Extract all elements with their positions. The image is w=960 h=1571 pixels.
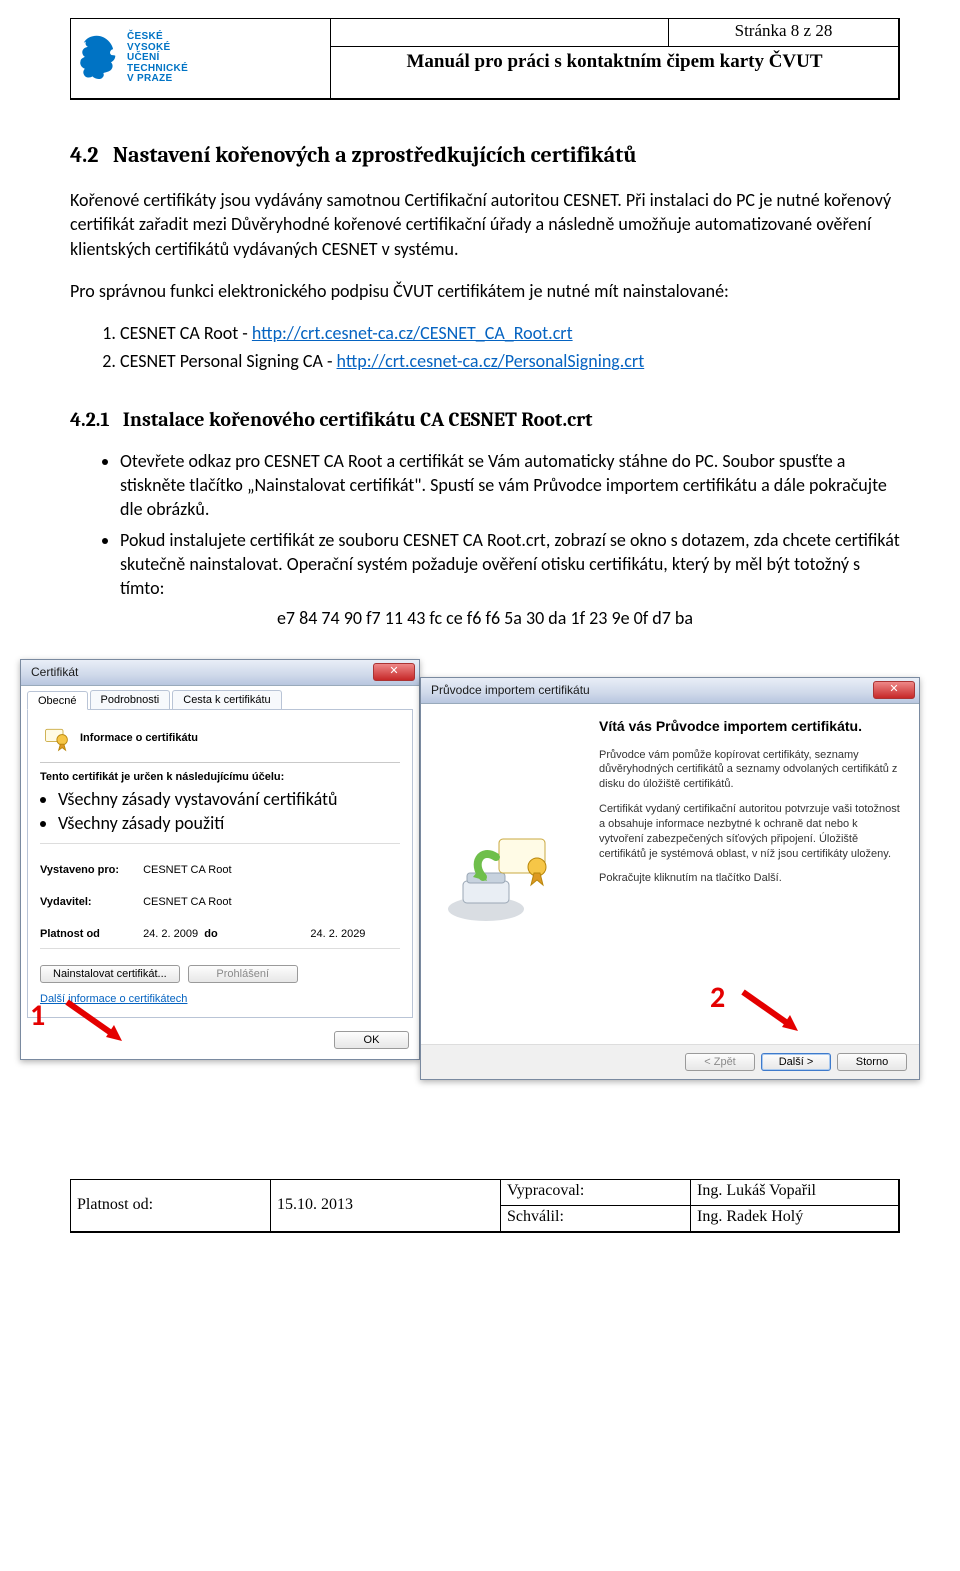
tab-details[interactable]: Podrobnosti bbox=[90, 690, 171, 709]
paragraph: Kořenové certifikáty jsou vydávány samot… bbox=[70, 188, 900, 261]
issuer-statement-button[interactable]: Prohlášení bbox=[188, 965, 298, 983]
titlebar: Průvodce importem certifikátu ✕ bbox=[421, 678, 919, 704]
cvut-lion-icon bbox=[77, 34, 121, 84]
footer-label: Platnost od: bbox=[71, 1180, 271, 1232]
page-number: Stránka 8 z 28 bbox=[669, 19, 899, 47]
list-item: Otevřete odkaz pro CESNET CA Root a cert… bbox=[120, 449, 900, 522]
annotation-number-2: 2 bbox=[710, 979, 725, 1016]
install-certificate-button[interactable]: Nainstalovat certifikát... bbox=[40, 965, 180, 983]
wizard-button-bar: < Zpět Další > Storno bbox=[421, 1044, 919, 1079]
cert-info-heading: Informace o certifikátu bbox=[80, 732, 198, 744]
back-button[interactable]: < Zpět bbox=[685, 1053, 755, 1071]
list-item: CESNET Personal Signing CA - http://crt.… bbox=[120, 349, 900, 373]
link-cesnet-root[interactable]: http://crt.cesnet-ca.cz/CESNET_CA_Root.c… bbox=[252, 322, 573, 344]
list-item: Pokud instalujete certifikát ze souboru … bbox=[120, 528, 900, 601]
purpose-list: Všechny zásady vystavování certifikátů V… bbox=[58, 787, 400, 836]
tab-cert-path[interactable]: Cesta k certifikátu bbox=[172, 690, 281, 709]
wizard-art-icon bbox=[441, 819, 561, 929]
list-item: CESNET CA Root - http://crt.cesnet-ca.cz… bbox=[120, 321, 900, 345]
footer-value: Ing. Radek Holý bbox=[691, 1206, 899, 1232]
footer-value: 15.10. 2013 bbox=[271, 1180, 501, 1232]
page-footer: Vypracoval: Ing. Lukáš Vopařil Platnost … bbox=[70, 1179, 900, 1233]
issued-to-row: Vystaveno pro: CESNET CA Root bbox=[40, 864, 400, 876]
footer-value: Ing. Lukáš Vopařil bbox=[691, 1180, 899, 1206]
footer-label: Vypracoval: bbox=[501, 1180, 691, 1206]
numbered-list: CESNET CA Root - http://crt.cesnet-ca.cz… bbox=[98, 321, 900, 374]
logo-cell: ČESKÉ VYSOKÉ UČENÍ TECHNICKÉ V PRAZE bbox=[71, 19, 331, 99]
close-icon[interactable]: ✕ bbox=[873, 681, 915, 699]
window-title: Průvodce importem certifikátu bbox=[431, 683, 590, 697]
screenshot-area: Certifikát ✕ Obecné Podrobnosti Cesta k … bbox=[70, 659, 900, 1129]
tab-general[interactable]: Obecné bbox=[27, 691, 88, 710]
footer-label: Schválil: bbox=[501, 1206, 691, 1232]
tab-body: Informace o certifikátu Tento certifikát… bbox=[27, 709, 413, 1019]
titlebar: Certifikát ✕ bbox=[21, 660, 419, 686]
certificate-dialog: Certifikát ✕ Obecné Podrobnosti Cesta k … bbox=[20, 659, 420, 1061]
ok-button[interactable]: OK bbox=[334, 1031, 409, 1049]
validity-row: Platnost od 24. 2. 2009 do 24. 2. 2029 bbox=[40, 928, 400, 940]
page-header: ČESKÉ VYSOKÉ UČENÍ TECHNICKÉ V PRAZE Str… bbox=[70, 18, 900, 100]
annotation-number-1: 1 bbox=[30, 997, 45, 1034]
subsection-heading: 4.2.1 Instalace kořenového certifikátu C… bbox=[70, 408, 900, 431]
wizard-content: Vítá vás Průvodce importem certifikátu. … bbox=[581, 704, 919, 1044]
issuer-row: Vydavitel: CESNET CA Root bbox=[40, 896, 400, 908]
university-name: ČESKÉ VYSOKÉ UČENÍ TECHNICKÉ V PRAZE bbox=[127, 32, 188, 85]
certificate-thumbprint: e7 84 74 90 f7 11 43 fc ce f6 f6 5a 30 d… bbox=[70, 607, 900, 629]
tab-strip: Obecné Podrobnosti Cesta k certifikátu bbox=[21, 686, 419, 709]
bullet-list: Otevřete odkaz pro CESNET CA Root a cert… bbox=[98, 449, 900, 601]
wizard-heading: Vítá vás Průvodce importem certifikátu. bbox=[599, 718, 901, 734]
list-item: Všechny zásady použití bbox=[58, 811, 400, 835]
paragraph: Průvodce vám pomůže kopírovat certifikát… bbox=[599, 748, 901, 793]
paragraph: Certifikát vydaný certifikační autoritou… bbox=[599, 802, 901, 861]
certificate-icon bbox=[42, 724, 70, 752]
list-item: Všechny zásady vystavování certifikátů bbox=[58, 787, 400, 811]
section-heading: 4.2 Nastavení kořenových a zprostředkují… bbox=[70, 142, 900, 168]
close-icon[interactable]: ✕ bbox=[373, 663, 415, 681]
link-cesnet-personal[interactable]: http://crt.cesnet-ca.cz/PersonalSigning.… bbox=[337, 350, 645, 372]
next-button[interactable]: Další > bbox=[761, 1053, 831, 1071]
paragraph: Pokračujte kliknutím na tlačítko Další. bbox=[599, 871, 901, 886]
import-wizard-dialog: Průvodce importem certifikátu ✕ bbox=[420, 677, 920, 1080]
paragraph: Pro správnou funkci elektronického podpi… bbox=[70, 279, 900, 303]
window-title: Certifikát bbox=[31, 665, 78, 679]
purpose-label: Tento certifikát je určen k následujícím… bbox=[40, 771, 400, 783]
document-title: Manuál pro práci s kontaktním čipem kart… bbox=[331, 47, 899, 99]
more-info-link[interactable]: Další informace o certifikátech bbox=[40, 993, 400, 1005]
wizard-sidebar bbox=[421, 704, 581, 1044]
cancel-button[interactable]: Storno bbox=[837, 1053, 907, 1071]
